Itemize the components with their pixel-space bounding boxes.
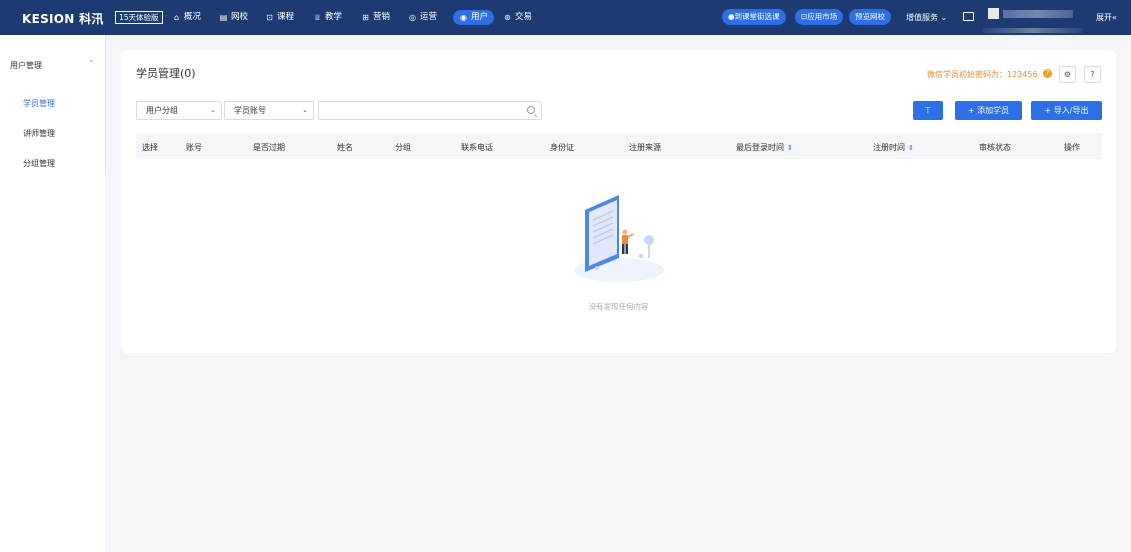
nav-item-user[interactable]: ◉ 用户: [453, 10, 495, 25]
mail-icon[interactable]: [963, 12, 974, 21]
search-input[interactable]: [318, 101, 542, 120]
nav-item-operation[interactable]: ◎ 运营: [408, 10, 437, 25]
app-market-button[interactable]: ⊡应用市场: [795, 9, 844, 25]
sort-icon[interactable]: ⇕: [908, 144, 914, 152]
table-header: 选择 账号 是否过期 姓名 分组 联系电话 身份证 注册来源 最后登录时间 ⇕ 注…: [136, 133, 1102, 159]
nav-item-course[interactable]: ⊡ 课程: [265, 10, 294, 25]
nav-item-overview[interactable]: ⌂ 概况: [172, 10, 201, 25]
sidebar-group-user-management[interactable]: 用户管理: [10, 60, 42, 71]
operation-icon: ◎: [409, 13, 416, 22]
column-actions: 操作: [1064, 143, 1080, 152]
user-name-blurred-shadow: [983, 28, 1083, 33]
sidebar-item-students[interactable]: 学员管理: [23, 98, 55, 109]
nav-item-teaching[interactable]: ♕ 教学: [313, 10, 342, 25]
sort-icon[interactable]: ⇕: [787, 144, 793, 152]
student-account-select[interactable]: 学员账号 ⌄: [224, 101, 314, 120]
user-group-select[interactable]: 用户分组 ⌄: [136, 101, 222, 120]
user-icon: ◉: [460, 13, 467, 22]
sidebar: 用户管理 ⌃ 学员管理 讲师管理 分组管理: [0, 35, 105, 552]
trade-icon: ⊛: [504, 13, 511, 22]
column-name: 姓名: [337, 143, 353, 152]
marketing-icon: ⊞: [362, 13, 369, 22]
course-icon: ⊡: [266, 13, 273, 22]
teaching-icon: ♕: [313, 13, 322, 22]
nav-item-school[interactable]: ▤ 网校: [219, 10, 248, 25]
add-student-button[interactable]: + 添加学员: [955, 101, 1022, 120]
filter-button[interactable]: ⊤: [913, 101, 943, 120]
column-account: 账号: [186, 143, 202, 152]
chevron-up-icon[interactable]: ⌃: [88, 59, 95, 68]
help-button[interactable]: ?: [1084, 66, 1101, 83]
chevron-down-icon: ⌄: [210, 106, 216, 114]
user-name-blurred: [1003, 10, 1073, 18]
column-last-login[interactable]: 最后登录时间 ⇕: [736, 142, 793, 153]
column-review-status: 审核状态: [979, 143, 1011, 152]
top-navbar: [0, 0, 1131, 35]
home-icon: ⌂: [173, 13, 180, 22]
sidebar-item-groups[interactable]: 分组管理: [23, 158, 55, 169]
chevron-down-icon: ⌄: [302, 106, 308, 114]
empty-state-text: 没有发现任何内容: [588, 302, 649, 311]
search-icon[interactable]: [527, 106, 535, 114]
value-service-dropdown[interactable]: 增值服务 ⌄: [906, 11, 947, 24]
brand-logo[interactable]: KESION 科汛: [22, 10, 104, 27]
nav-item-marketing[interactable]: ⊞ 营销: [361, 10, 390, 25]
trial-badge: 15天体验版: [115, 11, 163, 24]
import-export-button[interactable]: + 导入/导出: [1031, 101, 1102, 120]
page-title: 学员管理(0): [136, 67, 196, 80]
chevron-down-icon: ⌄: [940, 13, 948, 22]
filter-icon: ⊤: [924, 106, 932, 115]
help-dot-icon[interactable]: ?: [1043, 69, 1052, 78]
avatar[interactable]: [988, 8, 999, 19]
settings-button[interactable]: ⚙: [1059, 66, 1076, 83]
preview-school-button[interactable]: 预览网校: [849, 9, 891, 25]
password-tip: 微信学员初始密码为：123456: [927, 70, 1038, 79]
column-source: 注册来源: [629, 143, 661, 152]
column-phone: 联系电话: [461, 143, 493, 152]
sidebar-divider: [105, 35, 106, 175]
column-expired: 是否过期: [253, 143, 285, 152]
main-card: 学员管理(0) 微信学员初始密码为：123456 ? ⚙ ? 用户分组 ⌄ 学员…: [121, 50, 1116, 353]
empty-illustration-icon: [574, 195, 664, 282]
expand-button[interactable]: 展开«: [1096, 11, 1117, 24]
course-street-button[interactable]: ●到课堂街选课: [722, 9, 786, 25]
column-select: 选择: [142, 143, 158, 152]
sidebar-item-teachers[interactable]: 讲师管理: [23, 128, 55, 139]
nav-item-trade[interactable]: ⊛ 交易: [503, 10, 532, 25]
column-id-card: 身份证: [550, 143, 574, 152]
school-icon: ▤: [219, 13, 228, 22]
gear-icon: ⚙: [1063, 70, 1072, 79]
column-register-time[interactable]: 注册时间 ⇕: [873, 142, 914, 153]
question-icon: ?: [1090, 70, 1095, 79]
column-group: 分组: [395, 143, 411, 152]
